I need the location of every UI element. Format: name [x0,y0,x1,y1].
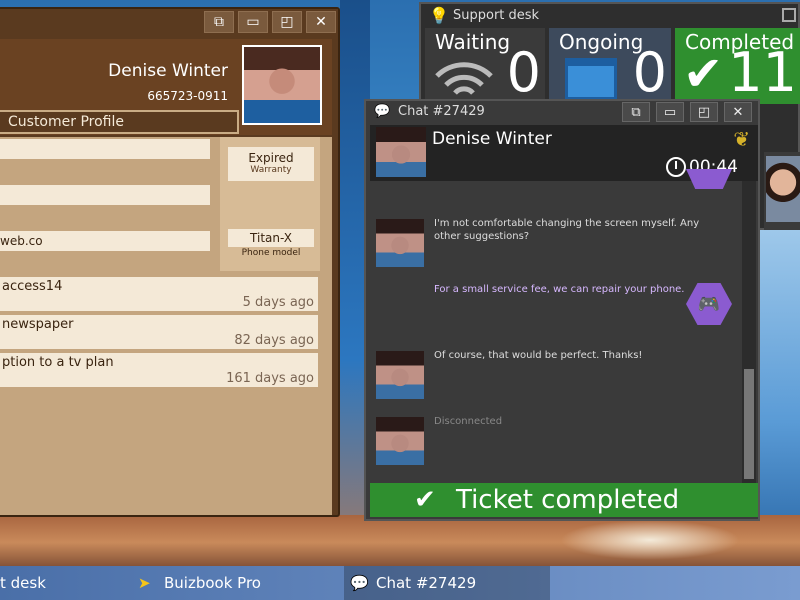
stat-waiting: Waiting 0 [425,28,545,104]
chat-maximize-button[interactable]: ◰ [690,102,718,122]
crm-section-title: Customer Profile [0,110,239,134]
taskbar-item-support-desk[interactable]: t desk [0,566,120,600]
support-desk-title: Support desk [453,8,540,23]
chat-window: 💬 Chat #27429 ⧉ ▭ ◰ ✕ Denise Winter ❦ 00… [364,99,760,521]
chat-message: Of course, that would be perfect. Thanks… [434,350,643,361]
warranty-value: Expired [248,151,294,165]
message-avatar [376,219,424,267]
history-title: newspaper [2,317,74,332]
lightbulb-icon: 💡 [429,6,449,25]
message-avatar [376,351,424,399]
chat-system-message: Disconnected [434,416,503,427]
close-icon: ✕ [732,104,744,120]
crm-customer-name: Denise Winter [108,61,228,81]
crm-minimize-button[interactable]: ▭ [238,11,268,33]
background-ground [0,515,800,570]
chat-message-list[interactable]: I'm not comfortable changing the screen … [370,169,742,483]
minimize-icon: ▭ [246,14,260,30]
window-icon [565,58,617,100]
stat-completed: Completed ✔ 11 [675,28,800,104]
buizbook-icon: ➤ [138,574,151,592]
chat-scrollbar[interactable] [742,181,756,483]
crm-customer-avatar [242,45,322,125]
crm-maximize-button[interactable]: ◰ [272,11,302,33]
history-title: ption to a tv plan [2,355,114,370]
crm-titlebar[interactable]: ⧉ ▭ ◰ ✕ [0,9,338,35]
stat-value: 0 [506,41,541,104]
wifi-icon [435,62,493,95]
support-desk-window-button[interactable] [782,8,796,22]
minimize-icon: ▭ [663,104,677,120]
phone-model-label: Phone model [241,248,301,258]
taskbar: t desk ➤ Buizbook Pro 💬 Chat #27429 [0,566,800,600]
phone-model-text: Titan-X [250,231,292,245]
phone-model-value: Titan-X [228,229,314,247]
crm-field-2[interactable] [0,185,210,205]
chat-scrollbar-thumb[interactable] [744,369,754,479]
history-row[interactable]: newspaper 82 days ago [0,315,318,349]
window-mode-icon: ⧉ [214,14,224,30]
customer-crm-window: ⧉ ▭ ◰ ✕ Denise Winter 665723-0911 Custom… [0,7,340,517]
maximize-icon: ◰ [280,14,294,30]
background-scenery-right [755,230,800,550]
clock-icon [666,157,686,177]
history-row[interactable]: access14 5 days ago [0,277,318,311]
crm-close-button[interactable]: ✕ [306,11,336,33]
taskbar-item-label: Chat #27429 [376,574,477,592]
close-icon: ✕ [315,14,327,30]
stat-value: 11 [728,41,797,104]
checkmark-icon: ✔ [414,485,436,515]
chat-bubble-icon: 💬 [374,104,391,119]
history-date: 82 days ago [234,333,314,348]
chat-customer-name: Denise Winter [432,129,552,149]
chat-minimize-button[interactable]: ▭ [656,102,684,122]
chat-message: I'm not comfortable changing the screen … [434,218,700,242]
chat-window-mode-button[interactable]: ⧉ [622,102,650,122]
taskbar-item-label: t desk [0,574,46,592]
ticket-status-text: Ticket completed [456,485,680,515]
checkmark-icon: ✔ [683,46,724,102]
maximize-icon: ◰ [697,104,711,120]
stat-label: Ongoing [559,30,644,54]
crm-field-email[interactable]: web.co [0,231,210,251]
history-row[interactable]: ption to a tv plan 161 days ago [0,353,318,387]
warranty-label: Warranty [250,165,292,175]
history-date: 161 days ago [226,371,314,386]
crm-customer-phone: 665723-0911 [147,89,228,103]
ticket-completed-banner: ✔ Ticket completed [370,483,758,517]
message-avatar [376,417,424,465]
stat-value: 0 [632,41,667,104]
hummingbird-icon: ❦ [733,127,750,151]
warranty-badge: Expired Warranty [228,147,314,181]
taskbar-item-label: Buizbook Pro [164,574,261,592]
history-title: access14 [2,279,63,294]
chat-close-button[interactable]: ✕ [724,102,752,122]
chat-window-title: Chat #27429 [398,104,485,119]
taskbar-item-chat[interactable]: 💬 Chat #27429 [344,566,550,600]
crm-field-1[interactable] [0,139,210,159]
crm-window-mode-button[interactable]: ⧉ [204,11,234,33]
history-date: 5 days ago [242,295,314,310]
agent-avatar [766,156,800,222]
stat-ongoing: Ongoing 0 [549,28,671,104]
chat-bubble-icon: 💬 [350,574,369,592]
chat-message-agent: For a small service fee, we can repair y… [434,284,685,295]
window-mode-icon: ⧉ [631,104,641,120]
chat-customer-avatar [376,127,426,177]
taskbar-item-buizbook[interactable]: ➤ Buizbook Pro [132,566,332,600]
agent-avatar-icon [686,169,732,189]
stat-label: Waiting [435,30,511,54]
